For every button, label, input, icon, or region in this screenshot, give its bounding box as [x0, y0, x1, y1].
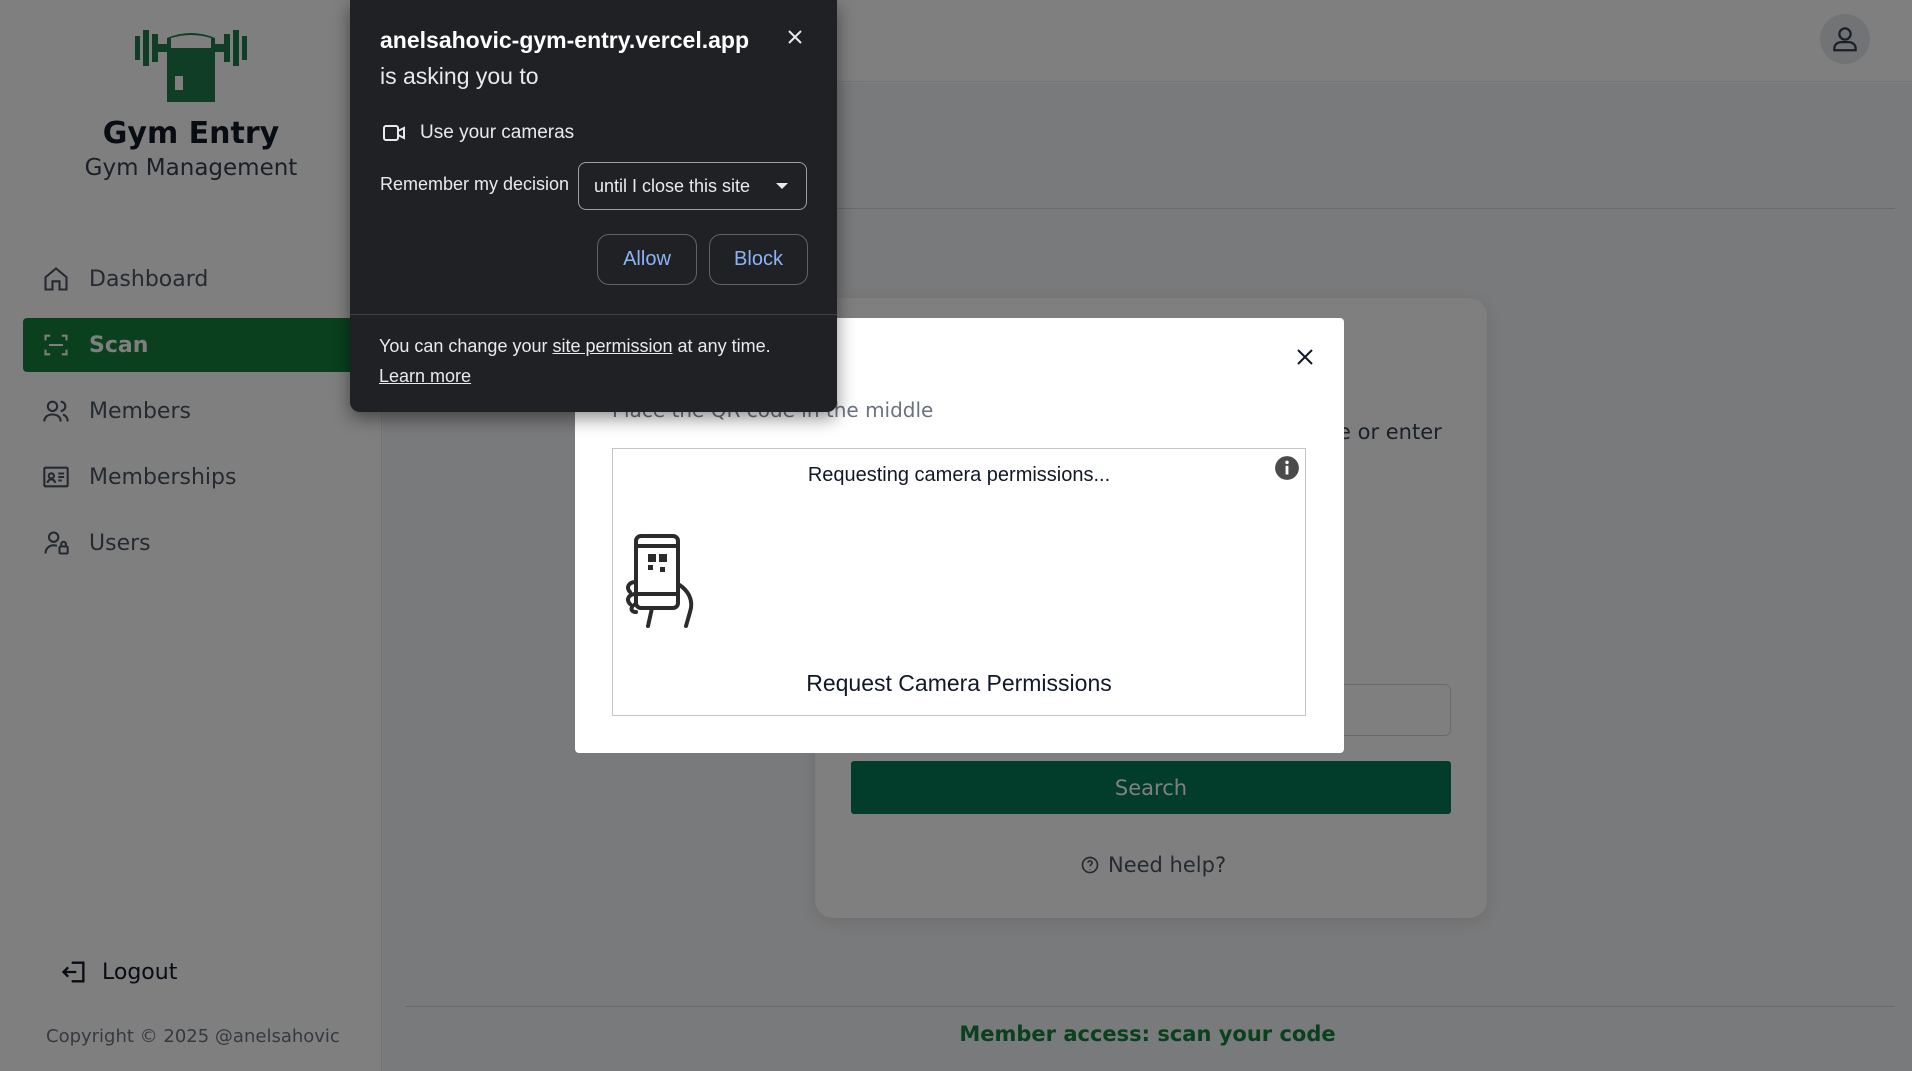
permission-footer-prefix: You can change your — [379, 336, 548, 356]
learn-more-link[interactable]: Learn more — [379, 366, 471, 386]
remember-decision-value: until I close this site — [594, 175, 751, 196]
chevron-down-icon — [776, 183, 788, 189]
permission-asking: is asking you to — [380, 63, 539, 89]
phone-qr-icon — [622, 532, 698, 632]
close-icon — [788, 30, 802, 44]
block-button[interactable]: Block — [709, 234, 808, 285]
allow-button[interactable]: Allow — [597, 234, 697, 285]
permission-camera-label: Use your cameras — [420, 122, 575, 143]
camera-icon — [382, 123, 406, 143]
close-icon — [1297, 349, 1313, 365]
permission-site: anelsahovic-gym-entry.vercel.app — [380, 27, 749, 53]
permission-divider — [350, 314, 837, 315]
permission-title: anelsahovic-gym-entry.vercel.app is aski… — [380, 22, 770, 94]
request-camera-permissions-button[interactable]: Request Camera Permissions — [612, 670, 1306, 697]
permission-close-button[interactable] — [780, 22, 810, 52]
permission-camera-row: Use your cameras — [382, 122, 574, 144]
permission-footer-suffix: at any time. — [677, 336, 771, 356]
site-permission-link[interactable]: site permission — [552, 336, 672, 356]
remember-decision-select[interactable]: until I close this site — [578, 162, 807, 210]
qr-status-text: Requesting camera permissions... — [807, 464, 1111, 486]
remember-decision-label: Remember my decision — [380, 174, 570, 194]
qr-modal-close-button[interactable] — [1290, 342, 1320, 372]
permission-footer: You can change your site permission at a… — [379, 331, 809, 391]
info-icon[interactable] — [1274, 455, 1300, 481]
